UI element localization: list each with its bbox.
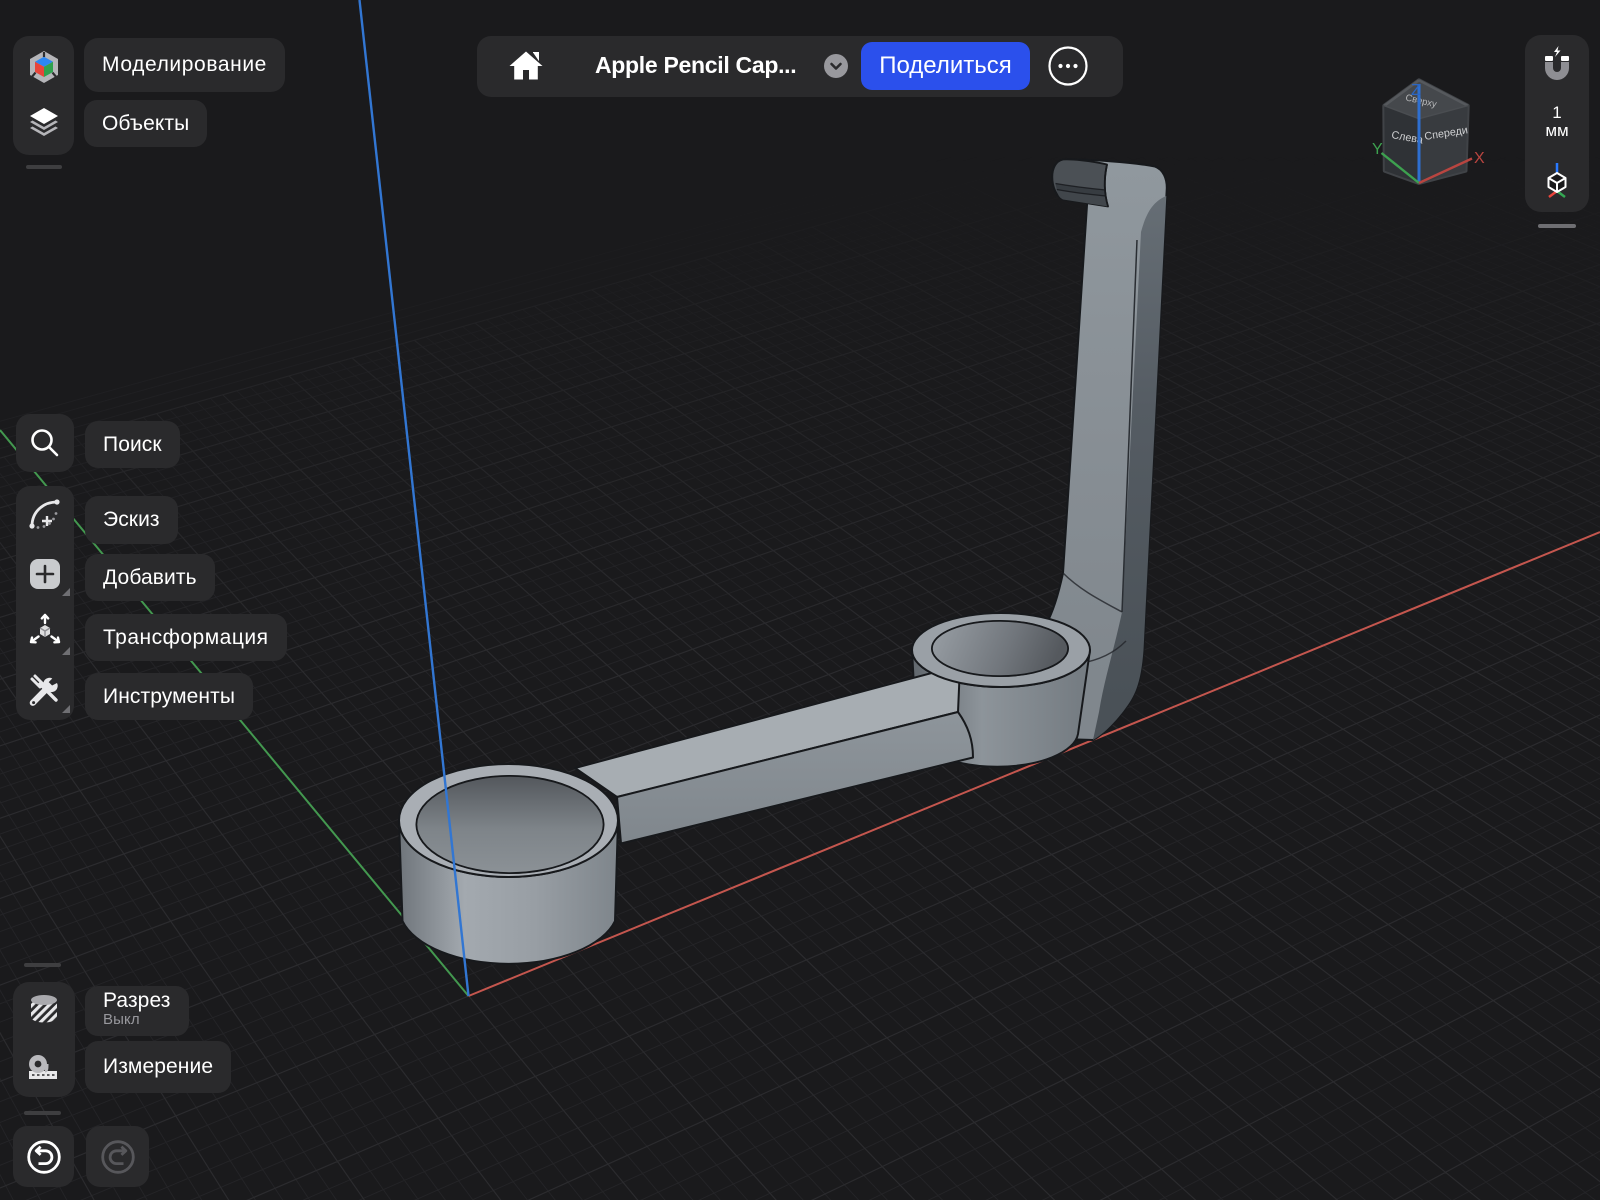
svg-text:X: X [1474, 150, 1485, 167]
svg-text:Z: Z [1411, 82, 1421, 99]
svg-text:Y: Y [1372, 141, 1383, 158]
